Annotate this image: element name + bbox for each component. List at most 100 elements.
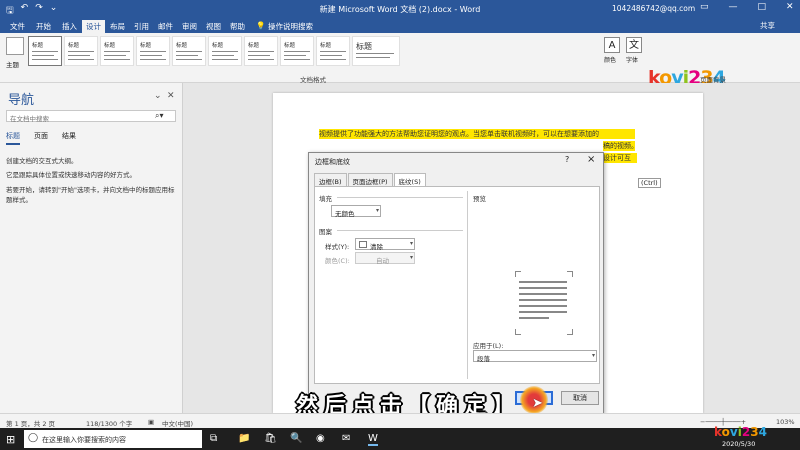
highlighted-text[interactable]: 设计可互: [603, 153, 637, 163]
style-thumb-heading: 标题: [284, 43, 296, 49]
style-thumbnail[interactable]: 标题: [244, 36, 278, 66]
color-label: 颜色(C):: [325, 257, 350, 265]
tab-view[interactable]: 视图: [202, 20, 225, 33]
status-bar: 第 1 页，共 2 页 118/1300 个字 ▣ 中文(中国) −────┼─…: [0, 413, 800, 428]
proofing-icon[interactable]: ▣: [148, 418, 154, 426]
tab-insert[interactable]: 插入: [58, 20, 81, 33]
tab-references[interactable]: 引用: [130, 20, 153, 33]
nav-hint-text: 它是跟踪具体位置或快速移动内容的好方式。: [6, 171, 136, 179]
style-thumbnail[interactable]: 标题: [100, 36, 134, 66]
highlighted-text[interactable]: 稿的视频。: [603, 141, 635, 151]
window-controls: ▭ — □ ✕: [700, 2, 794, 12]
ribbon-tabs: 文件 开始 插入 设计 布局 引用 邮件 审阅 视图 帮助 💡 操作说明搜索 共…: [0, 18, 800, 33]
taskbar: ⊞ ◯ 在这里输入你要搜索的内容 ⧉ 📁 🛍 🔍 ◉ ✉ W 2020/5/30: [0, 428, 800, 450]
pattern-label: 图案: [319, 228, 332, 236]
share-button[interactable]: 共享: [760, 20, 775, 31]
windows-start-icon[interactable]: ⊞: [6, 433, 15, 446]
chevron-down-icon: ▾: [409, 240, 413, 247]
style-thumbnail[interactable]: 标题: [316, 36, 350, 66]
maximize-icon[interactable]: □: [758, 2, 767, 12]
watermark-logo: kovi234: [714, 425, 767, 439]
store-icon[interactable]: 🛍: [264, 433, 277, 444]
style-thumbnail[interactable]: 标题: [64, 36, 98, 66]
style-thumb-heading: 标题: [140, 43, 152, 49]
tell-me-search[interactable]: 操作说明搜索: [264, 20, 317, 33]
nav-tabs: 标题 页面 结果: [6, 131, 76, 145]
chevron-down-icon: ▾: [591, 352, 595, 359]
tab-help[interactable]: 帮助: [226, 20, 249, 33]
theme-label: 主题: [6, 61, 19, 69]
style-thumbnail[interactable]: 标题: [280, 36, 314, 66]
style-thumb-heading: 标题: [32, 43, 44, 49]
borders-shading-dialog: 边框和底纹 ? × 边框(B) 页面边框(P) 底纹(S) 填充 无颜色 ▾ 图案…: [308, 152, 604, 414]
folder-icon[interactable]: 📁: [238, 433, 250, 444]
tab-mailings[interactable]: 邮件: [154, 20, 177, 33]
account-name[interactable]: 1042486742@qq.com: [612, 4, 695, 13]
tab-review[interactable]: 审阅: [178, 20, 201, 33]
style-thumbnail[interactable]: 标题: [136, 36, 170, 66]
preview-label: 预览: [473, 195, 486, 203]
tab-file[interactable]: 文件: [6, 20, 29, 33]
tab-design[interactable]: 设计: [82, 20, 105, 33]
dialog-close-button[interactable]: ×: [587, 154, 595, 165]
style-thumb-heading: 标题: [248, 43, 260, 49]
nav-tab-pages[interactable]: 页面: [34, 131, 48, 145]
fill-label: 填充: [319, 195, 332, 203]
nav-search-input[interactable]: 在文档中搜索 ⌕▾: [6, 110, 176, 123]
apply-to-dropdown[interactable]: 段落 ▾: [473, 350, 597, 363]
preview-box: [515, 271, 573, 335]
style-label: 样式(Y):: [325, 243, 350, 251]
shading-panel: 填充 无颜色 ▾ 图案 样式(Y): 清除 ▾ 颜色(C): 自动 ▾ 预览 应用于(…: [314, 186, 600, 384]
close-icon[interactable]: ✕: [786, 2, 794, 12]
style-thumbnail[interactable]: 标题: [208, 36, 242, 66]
fill-color-dropdown[interactable]: 无颜色 ▾: [331, 205, 381, 218]
zoom-level[interactable]: 103%: [776, 418, 795, 426]
word-icon[interactable]: W: [368, 433, 378, 446]
nav-tab-results[interactable]: 结果: [62, 131, 76, 145]
task-view-icon[interactable]: ⧉: [210, 433, 217, 444]
apply-to-label: 应用于(L):: [473, 342, 504, 350]
search-icon: ◯: [28, 433, 39, 443]
highlighted-text[interactable]: 视频提供了功能强大的方法帮助您证明您的观点。当您单击联机视频时，可以在想要添加的: [319, 129, 635, 139]
page-count[interactable]: 第 1 页，共 2 页: [6, 418, 55, 428]
title-bar: 🖫 ↶ ↷ ⌄ 新建 Microsoft Word 文档 (2).docx - …: [0, 0, 800, 18]
theme-gallery-icon[interactable]: [6, 37, 24, 55]
search-app-icon[interactable]: 🔍: [290, 433, 302, 444]
search-icon[interactable]: ⌕▾: [155, 111, 164, 121]
style-thumbnail[interactable]: 标题: [28, 36, 62, 66]
ribbon-display-icon[interactable]: ▭: [700, 2, 709, 12]
mail-icon[interactable]: ✉: [342, 433, 350, 444]
nav-title: 导航: [8, 93, 35, 108]
fonts-icon[interactable]: 文: [626, 37, 642, 53]
colors-icon[interactable]: A: [604, 37, 620, 53]
nav-hint-text: 创建文档的交互式大纲。: [6, 157, 78, 165]
language-indicator[interactable]: 中文(中国): [162, 418, 193, 428]
close-icon[interactable]: ✕: [167, 91, 175, 101]
help-button[interactable]: ?: [565, 155, 569, 164]
chevron-down-icon[interactable]: ⌄: [154, 91, 162, 101]
minimize-icon[interactable]: —: [729, 2, 738, 12]
style-thumb-heading: 标题: [356, 42, 372, 51]
mouse-cursor-icon: ➤: [532, 396, 543, 411]
style-thumbnail[interactable]: 标题: [172, 36, 206, 66]
pattern-style-dropdown[interactable]: 清除 ▾: [355, 238, 415, 251]
fonts-label: 字体: [626, 57, 639, 64]
colors-label: 颜色: [604, 57, 617, 64]
tab-layout[interactable]: 布局: [106, 20, 129, 33]
cancel-button[interactable]: 取消: [561, 391, 599, 405]
tab-home[interactable]: 开始: [32, 20, 55, 33]
chrome-icon[interactable]: ◉: [316, 433, 325, 444]
paste-options-button[interactable]: (Ctrl): [638, 178, 661, 188]
style-thumb-heading: 标题: [176, 43, 188, 49]
style-thumb-heading: 标题: [320, 43, 332, 49]
nav-hint-text: 若要开始，请转到"开始"选项卡，并向文档中的标题应用标题样式。: [6, 186, 175, 204]
chevron-down-icon: ▾: [375, 207, 379, 214]
pattern-color-dropdown[interactable]: 自动 ▾: [355, 252, 415, 265]
style-thumbnail[interactable]: 标题: [352, 36, 400, 66]
word-count[interactable]: 118/1300 个字: [86, 418, 132, 428]
taskbar-date[interactable]: 2020/5/30: [722, 440, 755, 448]
style-thumb-heading: 标题: [104, 43, 116, 49]
style-thumb-heading: 标题: [68, 43, 80, 49]
nav-tab-headings[interactable]: 标题: [6, 131, 20, 145]
taskbar-search-input[interactable]: ◯ 在这里输入你要搜索的内容: [24, 430, 202, 448]
